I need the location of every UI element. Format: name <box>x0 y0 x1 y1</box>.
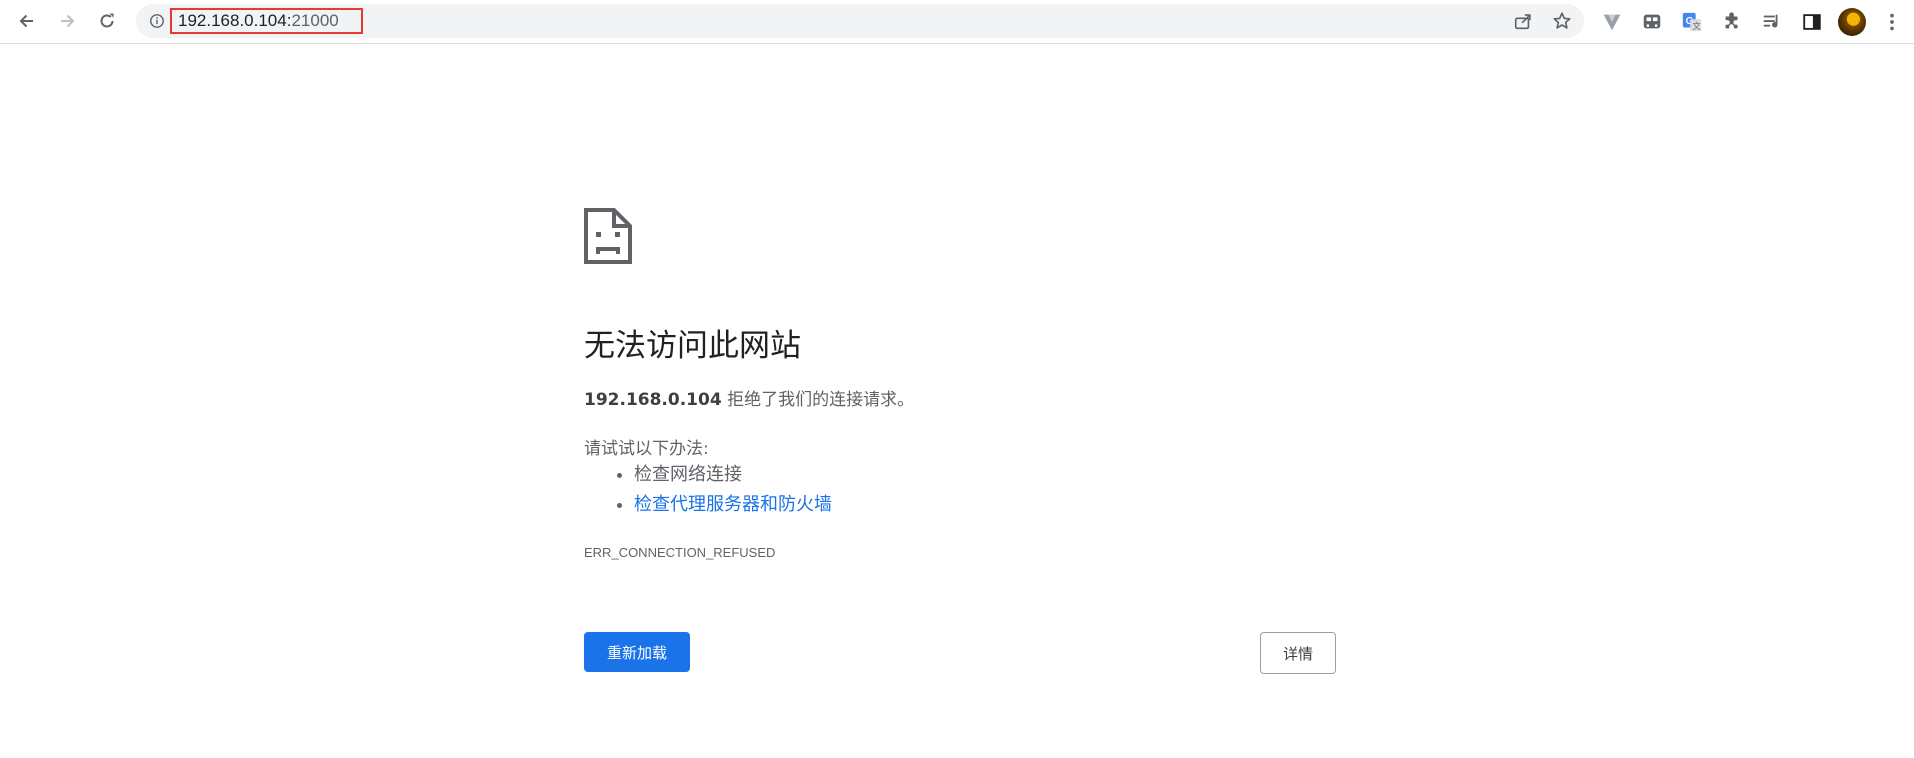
reload-icon <box>100 13 114 28</box>
puzzle-piece-icon[interactable] <box>1720 10 1744 34</box>
bus-extension-icon[interactable] <box>1640 10 1664 34</box>
address-bar[interactable]: 192.168.0.104: 21000 <box>136 4 1584 38</box>
details-button[interactable]: 详情 <box>1260 632 1336 674</box>
arrow-right-icon <box>61 14 75 28</box>
reload-page-button[interactable]: 重新加载 <box>584 632 690 672</box>
sad-document-icon <box>584 208 632 264</box>
bookmark-star-icon[interactable] <box>1551 10 1573 32</box>
reload-button[interactable] <box>92 6 122 36</box>
suggestion-check-proxy: 检查代理服务器和防火墙 <box>634 490 832 520</box>
profile-avatar[interactable] <box>1838 8 1866 36</box>
svg-text:文: 文 <box>1692 21 1700 31</box>
suggestions-heading: 请试试以下办法: <box>584 439 709 459</box>
suggestions-list: 检查网络连接 检查代理服务器和防火墙 <box>584 460 832 520</box>
side-panel-icon[interactable] <box>1800 10 1824 34</box>
url-port: 21000 <box>291 11 339 30</box>
back-button[interactable] <box>12 6 42 36</box>
error-title: 无法访问此网站 <box>584 328 801 364</box>
site-info-icon[interactable] <box>148 12 166 30</box>
v-logo-extension-icon[interactable] <box>1600 10 1624 34</box>
check-proxy-firewall-link[interactable]: 检查代理服务器和防火墙 <box>634 494 832 515</box>
error-summary: 192.168.0.104 拒绝了我们的连接请求。 <box>584 385 914 410</box>
menu-dots-icon[interactable] <box>1880 10 1904 34</box>
url-host: 192.168.0.104: <box>178 11 292 30</box>
google-translate-icon[interactable]: G文 <box>1680 10 1704 34</box>
error-host: 192.168.0.104 <box>584 390 722 410</box>
suggestion-check-network: 检查网络连接 <box>634 460 832 490</box>
error-summary-text: 拒绝了我们的连接请求。 <box>721 390 915 410</box>
arrow-left-icon <box>19 14 33 28</box>
forward-button[interactable] <box>52 6 82 36</box>
reading-list-icon[interactable] <box>1760 10 1784 34</box>
url-text[interactable]: 192.168.0.104: 21000 <box>170 8 363 34</box>
error-code: ERR_CONNECTION_REFUSED <box>584 545 776 560</box>
share-icon[interactable] <box>1512 10 1534 32</box>
browser-toolbar: 192.168.0.104: 21000 G文 <box>0 0 1914 44</box>
